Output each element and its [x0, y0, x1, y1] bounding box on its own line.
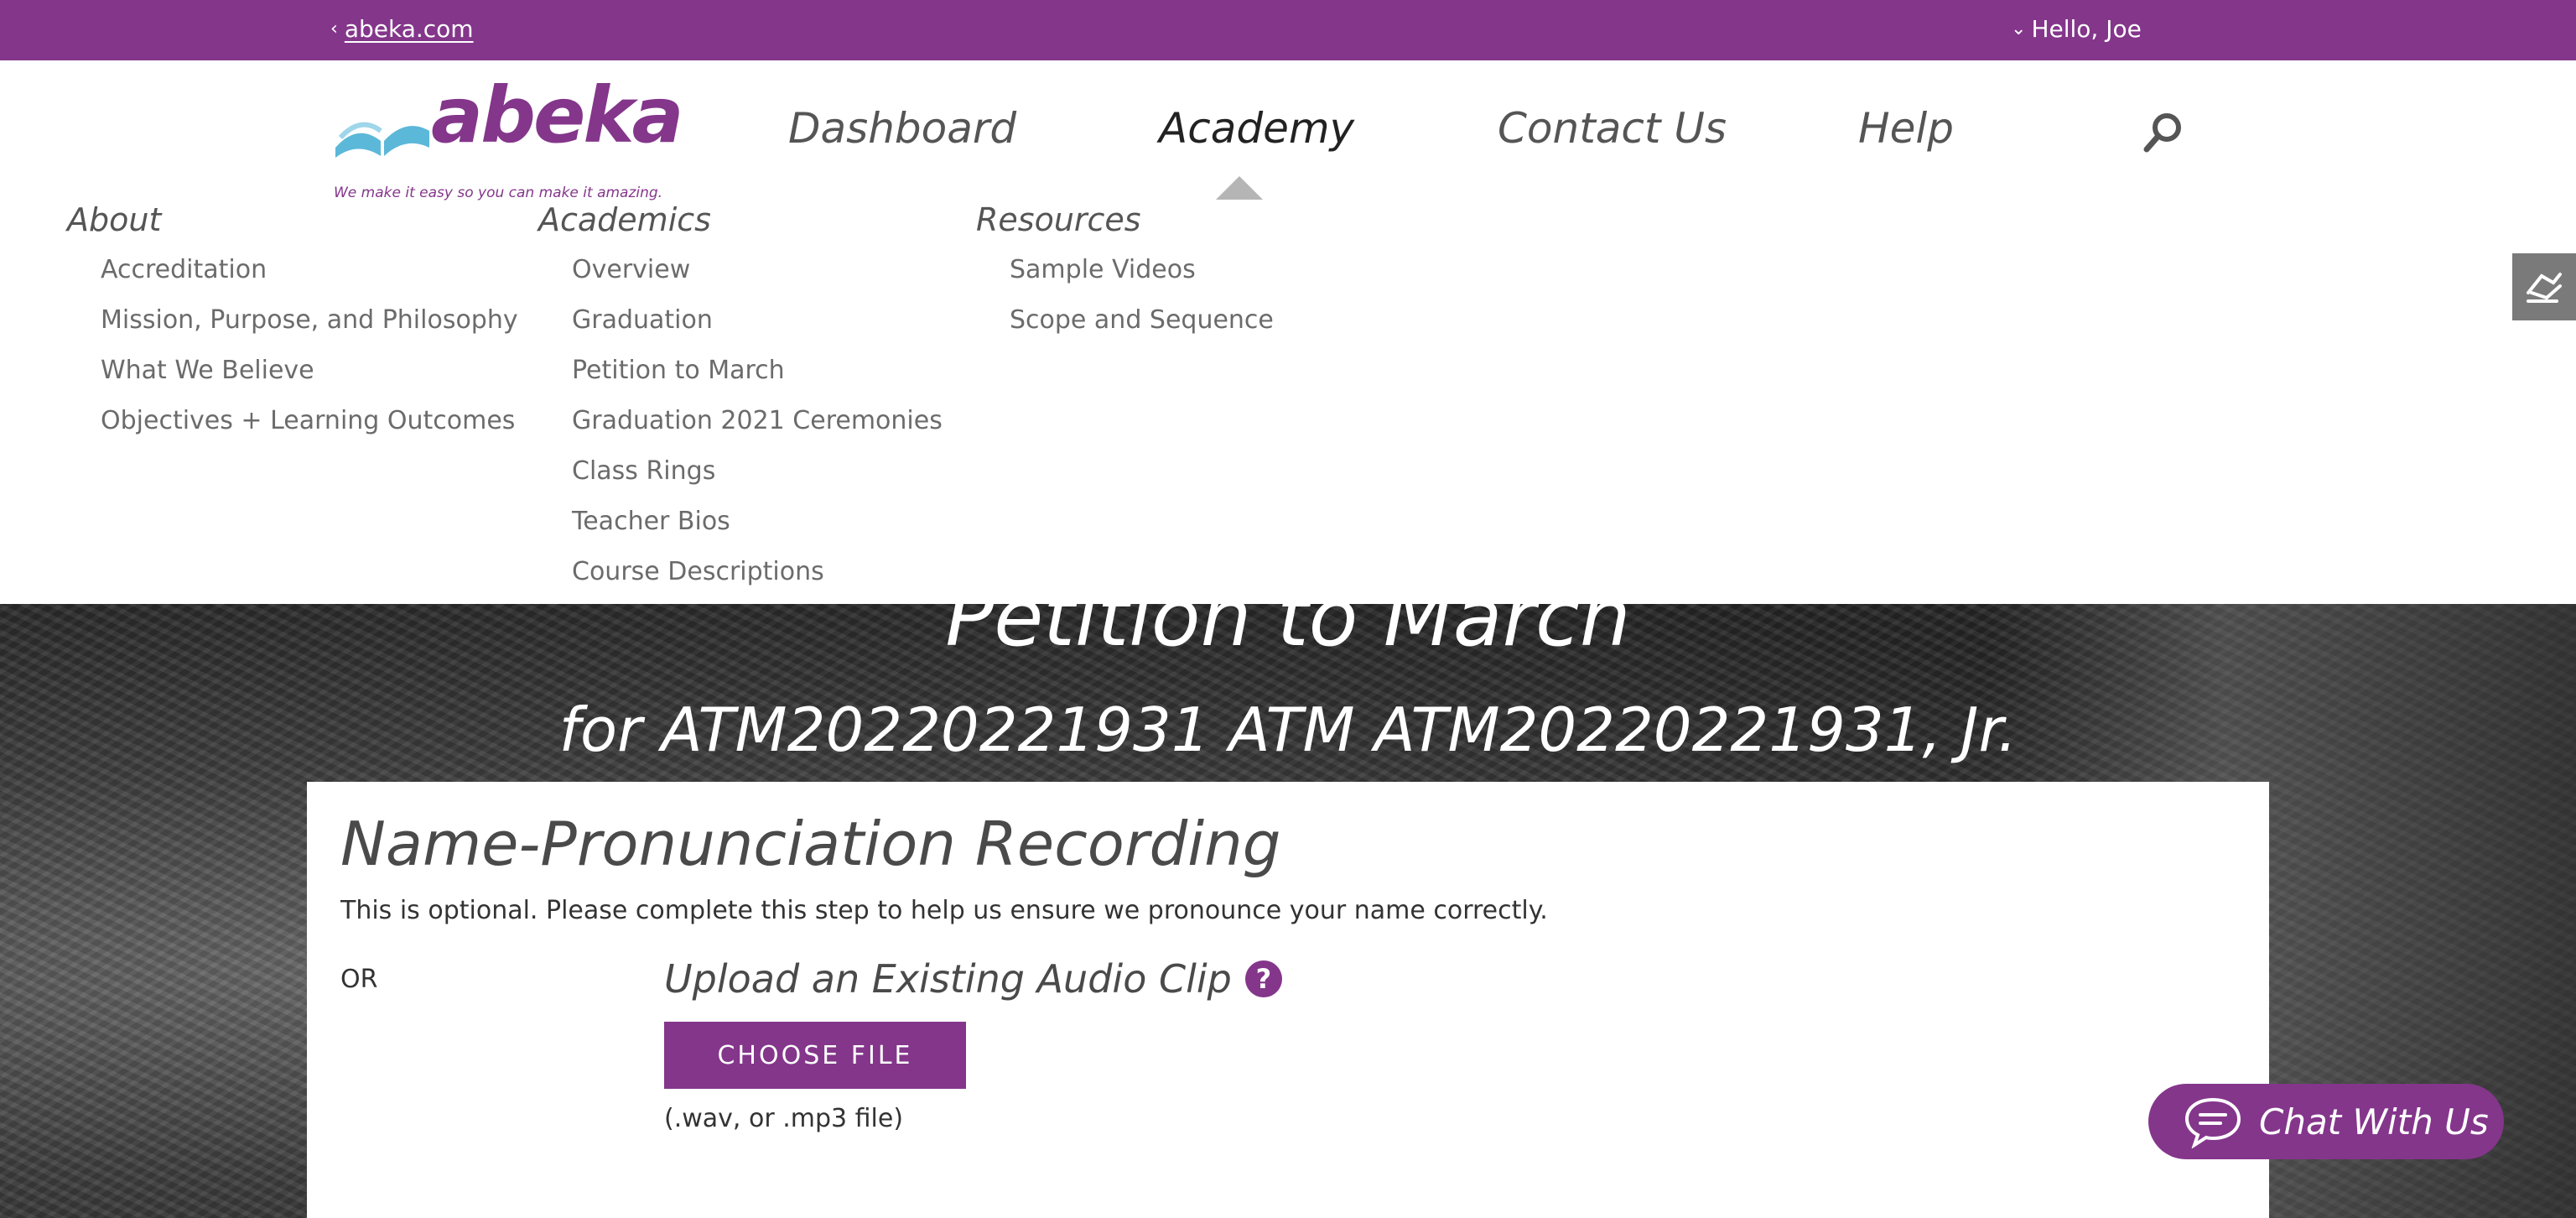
logo-wordmark: abeka	[431, 70, 684, 160]
menu-link-what-we-believe[interactable]: What We Believe	[101, 356, 314, 385]
abeka-logo[interactable]: abeka We make it easy so you can make it…	[332, 70, 684, 201]
menu-link-graduation[interactable]: Graduation	[572, 305, 713, 335]
accessibility-icon	[2527, 273, 2562, 303]
menu-heading-about: About	[67, 201, 162, 238]
nav-dashboard[interactable]: Dashboard	[788, 104, 1016, 153]
search-icon[interactable]	[2140, 109, 2187, 156]
menu-heading-resources: Resources	[976, 201, 1141, 238]
or-label: OR	[340, 965, 378, 994]
chat-bubble-icon	[2184, 1097, 2241, 1148]
menu-link-accreditation[interactable]: Accreditation	[101, 255, 267, 284]
hero-subtitle: for ATM20220221931 ATM ATM20220221931, J…	[558, 695, 2018, 765]
file-format-hint: (.wav, or .mp3 file)	[664, 1104, 904, 1133]
menu-link-class-rings[interactable]: Class Rings	[572, 456, 715, 486]
nav-help[interactable]: Help	[1858, 104, 1954, 153]
menu-link-mission[interactable]: Mission, Purpose, and Philosophy	[101, 305, 518, 335]
logo-tagline: We make it easy so you can make it amazi…	[334, 185, 663, 201]
choose-file-button[interactable]: CHOOSE FILE	[664, 1022, 966, 1089]
hero-title: Petition to March	[945, 604, 1631, 664]
menu-link-objectives[interactable]: Objectives + Learning Outcomes	[101, 406, 515, 435]
menu-link-sample-videos[interactable]: Sample Videos	[1010, 255, 1196, 284]
menu-link-course-descriptions[interactable]: Course Descriptions	[572, 557, 824, 586]
question-circle-icon[interactable]: ?	[1244, 960, 1282, 997]
greeting-text: Hello, Joe	[2031, 15, 2142, 43]
back-to-site-link[interactable]: ‹ abeka.com	[330, 15, 474, 43]
chevron-left-icon: ‹	[330, 18, 338, 39]
menu-link-petition-to-march[interactable]: Petition to March	[572, 356, 785, 385]
chat-label: Chat With Us	[2259, 1101, 2489, 1143]
side-widget-button[interactable]	[2512, 253, 2576, 320]
recording-heading: Name-Pronunciation Recording	[340, 809, 1281, 879]
chevron-down-icon: ⌄	[2011, 18, 2027, 39]
upload-title-text: Upload an Existing Audio Clip	[664, 956, 1232, 1002]
top-bar: ‹ abeka.com ⌄ Hello, Joe	[0, 0, 2576, 60]
chat-with-us-button[interactable]: Chat With Us	[2148, 1084, 2504, 1159]
recording-card: Name-Pronunciation Recording This is opt…	[307, 782, 2269, 1218]
back-link-label[interactable]: abeka.com	[345, 15, 474, 43]
book-logo-icon	[335, 122, 429, 158]
menu-heading-academics: Academics	[538, 201, 711, 238]
menu-link-graduation-2021[interactable]: Graduation 2021 Ceremonies	[572, 406, 943, 435]
nav-academy[interactable]: Academy	[1159, 104, 1354, 153]
menu-link-overview[interactable]: Overview	[572, 255, 690, 284]
upload-title: Upload an Existing Audio Clip ?	[664, 956, 1282, 1002]
account-menu[interactable]: ⌄ Hello, Joe	[2011, 15, 2142, 43]
recording-description: This is optional. Please complete this s…	[340, 896, 1548, 925]
active-nav-caret	[1216, 176, 1263, 200]
site-header: abeka We make it easy so you can make it…	[0, 60, 2576, 604]
nav-contact-us[interactable]: Contact Us	[1498, 104, 1727, 153]
menu-link-teacher-bios[interactable]: Teacher Bios	[572, 507, 730, 536]
menu-link-scope-and-sequence[interactable]: Scope and Sequence	[1010, 305, 1274, 335]
